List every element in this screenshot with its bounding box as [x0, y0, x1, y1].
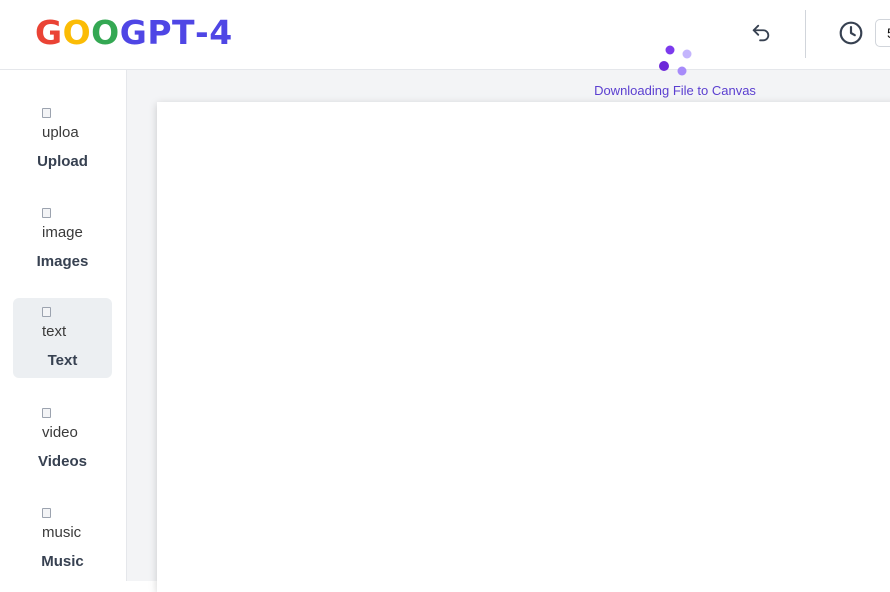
header-bar: G O O G P T - 4 5 — [0, 0, 890, 70]
logo-letter: G — [119, 13, 148, 52]
sidebar-item-upload[interactable]: uploa Upload — [13, 99, 112, 179]
upload-icon: uploa — [42, 107, 83, 143]
clock-icon — [839, 21, 863, 45]
logo-letter: O — [62, 13, 92, 52]
loading-status-text: Downloading File to Canvas — [594, 83, 756, 98]
editor-workspace — [127, 70, 890, 592]
sidebar-item-label: Videos — [38, 453, 87, 470]
sidebar-item-label: Upload — [37, 153, 88, 170]
logo-letter: - — [195, 13, 210, 52]
logo-letter: G — [35, 13, 63, 52]
sidebar: uploa Upload image Images text Text vide… — [0, 70, 127, 581]
history-button[interactable] — [836, 19, 866, 47]
images-image-alt: image — [42, 224, 83, 241]
loading-spinner-icon — [655, 42, 695, 78]
sidebar-item-images[interactable]: image Images — [13, 199, 112, 279]
music-image-alt: music — [42, 524, 82, 541]
videos-image-alt: video — [42, 424, 78, 441]
logo-letter: 4 — [209, 13, 233, 52]
header-divider — [805, 10, 806, 58]
design-canvas[interactable] — [157, 102, 890, 592]
logo-letter: O — [91, 13, 120, 52]
text-image-alt: text — [42, 323, 67, 340]
images-icon: image — [42, 207, 83, 243]
app-logo[interactable]: G O O G P T - 4 — [35, 13, 233, 53]
sidebar-item-label: Images — [36, 253, 89, 270]
upload-image-alt: uploa — [42, 124, 79, 141]
spinner-dot — [682, 49, 692, 59]
sidebar-item-text[interactable]: text Text — [13, 298, 112, 378]
text-icon: text — [42, 306, 83, 342]
music-icon: music — [42, 507, 83, 543]
header-cut-button[interactable]: 5 — [875, 19, 890, 47]
sidebar-item-music[interactable]: music Music — [13, 499, 112, 579]
sidebar-item-videos[interactable]: video Videos — [13, 399, 112, 479]
spinner-dot — [665, 45, 675, 55]
spinner-dot — [659, 61, 669, 71]
sidebar-item-label: Text — [47, 352, 78, 369]
sidebar-item-label: Music — [41, 553, 84, 570]
undo-icon — [752, 24, 770, 42]
logo-letter: T — [172, 13, 196, 52]
logo-letter: P — [147, 13, 172, 52]
spinner-dot — [677, 66, 687, 76]
undo-button[interactable] — [747, 20, 775, 46]
videos-icon: video — [42, 407, 83, 443]
